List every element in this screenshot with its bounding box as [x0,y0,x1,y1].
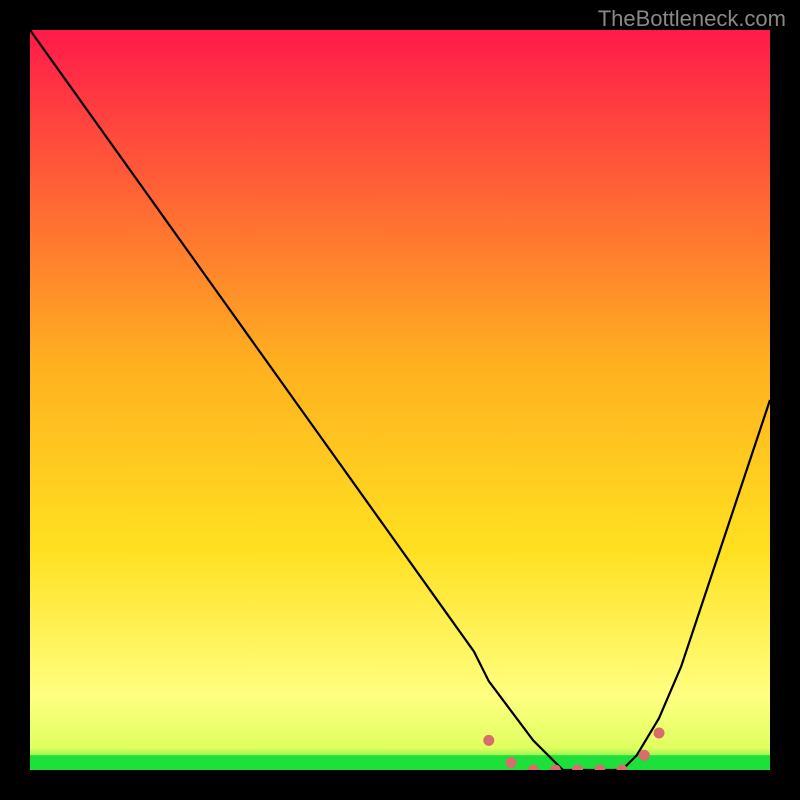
curve-dot [506,757,517,768]
chart-frame [30,30,770,770]
curve-dot [654,728,665,739]
bottleneck-chart [30,30,770,770]
green-band [30,755,770,770]
curve-dot [639,750,650,761]
watermark-text: TheBottleneck.com [598,6,786,32]
gradient-background [30,30,770,770]
curve-dot [483,735,494,746]
